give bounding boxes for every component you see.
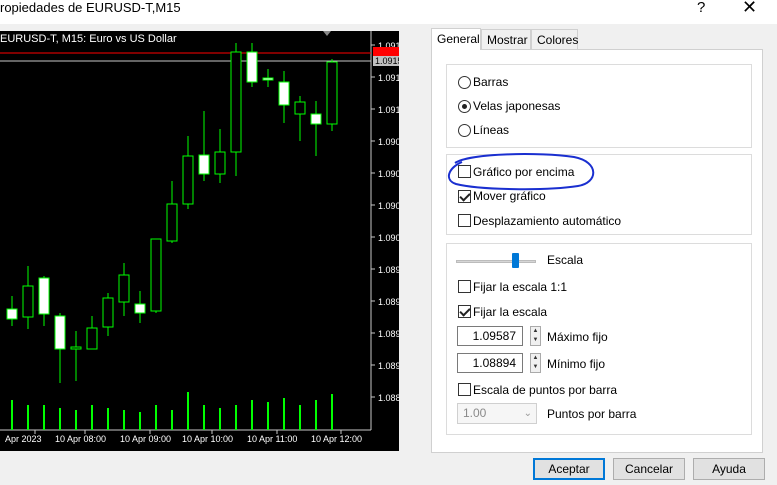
checkbox-escala-puntos-por-barra[interactable] xyxy=(458,383,471,396)
max-fixed-input[interactable]: 1.09587 xyxy=(457,326,523,346)
points-per-bar-value: 1.00 xyxy=(463,406,487,420)
cancel-button[interactable]: Cancelar xyxy=(613,458,685,480)
min-fixed-spinner[interactable]: ▲ ▼ xyxy=(530,353,541,373)
fijar-escala-label: Fijar la escala xyxy=(473,305,548,319)
checkbox-fijar-escala[interactable] xyxy=(458,305,471,318)
max-fixed-label: Máximo fijo xyxy=(547,330,608,344)
min-fixed-label: Mínimo fijo xyxy=(547,357,606,371)
escala-puntos-label: Escala de puntos por barra xyxy=(473,383,618,397)
checkbox-fijar-escala-1-1[interactable] xyxy=(458,280,471,293)
scale-slider-track[interactable] xyxy=(456,260,536,263)
help-button[interactable]: Ayuda xyxy=(693,458,765,480)
accept-button[interactable]: Aceptar xyxy=(533,458,605,480)
points-per-bar-select[interactable]: 1.00 ⌄ xyxy=(457,403,537,424)
chevron-down-icon: ⌄ xyxy=(523,408,532,419)
max-fixed-spinner[interactable]: ▲ ▼ xyxy=(530,326,541,346)
points-per-bar-label: Puntos por barra xyxy=(547,407,637,421)
scale-label: Escala xyxy=(547,253,584,267)
scale-slider-thumb[interactable] xyxy=(512,253,519,268)
fijar-escala-1-1-label: Fijar la escala 1:1 xyxy=(473,280,568,294)
tab-general[interactable]: General xyxy=(431,28,481,50)
annotation-circle xyxy=(447,153,595,191)
min-fixed-input[interactable]: 1.08894 xyxy=(457,353,523,373)
